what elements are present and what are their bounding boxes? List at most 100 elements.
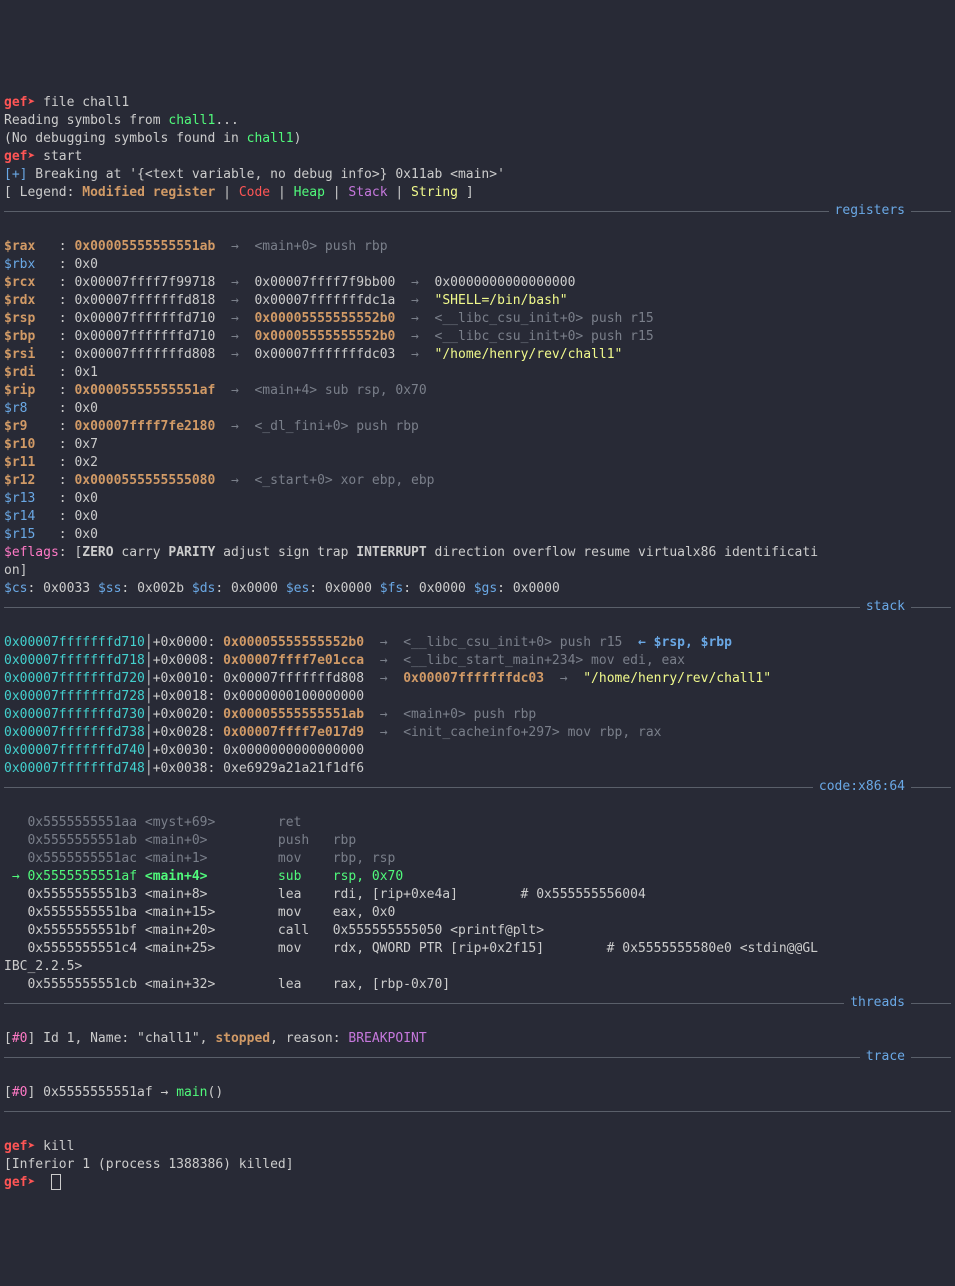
eflags-mid: direction overflow resume virtualx86 ide… [427,545,818,560]
code-line: 0x5555555551ac <main+1> mov rbp, rsp [4,851,395,866]
stack-off: +0x0008: [153,653,216,668]
stack-off: +0x0020: [153,707,216,722]
reg-rip: $rip [4,383,35,398]
seg-gs-val: : 0x0000 [497,581,560,596]
seg-cs-val: : 0x0033 [27,581,97,596]
sep: | [215,185,238,200]
reg-rdx-mid: 0x00007fffffffdc1a [254,293,395,308]
reg-r8-val: 0x0 [74,401,97,416]
seg-es: $es [286,581,309,596]
arrow-icon: → [380,653,388,668]
reg-r15-val: 0x0 [74,527,97,542]
code-cur-instr: sub rsp, 0x70 [278,869,403,884]
legend-close: ] [458,185,474,200]
section-registers: registers [4,202,951,220]
stack-val: 0x00007ffff7e01cca [223,653,364,668]
reg-rsi-val: 0x00007fffffffd808 [74,347,215,362]
seg-cs: $cs [4,581,27,596]
legend-stack: Stack [348,185,387,200]
thread-stopped: stopped [215,1031,270,1046]
reg-rcx-mid: 0x00007ffff7f9bb00 [254,275,395,290]
section-threads: threads [4,994,951,1012]
reg-r8: $r8 [4,401,27,416]
reg-rcx-val: 0x00007ffff7f99718 [74,275,215,290]
arrow-icon: → [560,671,568,686]
stack-addr: 0x00007fffffffd748 [4,761,145,776]
code-cur-pad [208,869,278,884]
reg-rsi: $rsi [4,347,35,362]
reg-rbp-mid: 0x00005555555552b0 [254,329,395,344]
arrow-icon: → [231,311,239,326]
stack-deref: "/home/henry/rev/chall1" [583,671,771,686]
code-cur-addr: 0x5555555551af [20,869,145,884]
cmd-file: file chall1 [35,95,129,110]
reg-r11-val: 0x2 [74,455,97,470]
reg-rsi-mid: 0x00007fffffffdc03 [254,347,395,362]
terminal-output[interactable]: gef➤ file chall1 Reading symbols from ch… [4,76,951,1192]
arrow-icon: → [411,311,419,326]
code-line: 0x5555555551b3 <main+8> lea rdi, [rip+0x… [4,887,646,902]
arrow-icon: → [380,707,388,722]
reg-rdx-val: 0x00007fffffffd818 [74,293,215,308]
code-line: 0x5555555551ab <main+0> push rbp [4,833,356,848]
section-stack: stack [4,598,951,616]
reg-rsp-mid: 0x00005555555552b0 [254,311,395,326]
stack-off: +0x0000: [153,635,216,650]
prompt: gef➤ [4,149,35,164]
reg-rcx-deref: 0x0000000000000000 [435,275,576,290]
cursor-icon[interactable] [51,1174,61,1190]
stack-addr: 0x00007fffffffd738 [4,725,145,740]
stack-off: +0x0038: [153,761,216,776]
reg-rdx-deref: "SHELL=/bin/bash" [435,293,568,308]
reg-rbx-val: 0x0 [74,257,97,272]
stack-val: 0x00005555555552b0 [223,635,364,650]
stack-off: +0x0010: [153,671,216,686]
stack-mid: 0x00007fffffffdc03 [403,671,544,686]
reg-r13: $r13 [4,491,35,506]
reg-r12-deref: <_start+0> xor ebp, ebp [254,473,434,488]
reg-rbp-deref: <__libc_csu_init+0> push r15 [435,329,654,344]
arrow-icon: → [231,347,239,362]
arrow-icon: → [231,383,239,398]
code-line: 0x5555555551aa <myst+69> ret [4,815,333,830]
reg-r11: $r11 [4,455,35,470]
trace-text: ] 0x5555555551af → [27,1085,176,1100]
thread-text: , reason: [270,1031,348,1046]
prompt[interactable]: gef➤ [4,1175,35,1190]
reg-rip-deref: <main+4> sub rsp, 0x70 [254,383,426,398]
reg-rbx: $rbx [4,257,35,272]
sep: | [325,185,348,200]
seg-fs-val: : 0x0000 [403,581,473,596]
legend-modreg: Modified register [82,185,215,200]
legend-open: [ Legend: [4,185,82,200]
code-line: 0x5555555551c4 <main+25> mov rdx, QWORD … [4,941,818,956]
trace-id: #0 [12,1085,28,1100]
reg-rbp-val: 0x00007fffffffd710 [74,329,215,344]
seg-ss-val: : 0x002b [121,581,191,596]
reg-rcx: $rcx [4,275,35,290]
eflags-mid: adjust sign trap [215,545,356,560]
legend-string: String [411,185,458,200]
stack-val: 0x00005555555551ab [223,707,364,722]
reg-rip-val: 0x00005555555551af [74,383,215,398]
stack-deref: <__libc_csu_init+0> push r15 [403,635,622,650]
seg-fs: $fs [380,581,403,596]
stack-deref: <__libc_start_main+234> mov edi, eax [403,653,685,668]
reg-r15: $r15 [4,527,35,542]
eflags-zero: ZERO [82,545,113,560]
reg-rsp-deref: <__libc_csu_init+0> push r15 [435,311,654,326]
seg-ds: $ds [192,581,215,596]
code-line: 0x5555555551bf <main+20> call 0x55555555… [4,923,544,938]
inferior-killed: [Inferior 1 (process 1388386) killed] [4,1157,294,1172]
thread-bracket: [ [4,1031,12,1046]
arrow-icon: → [411,329,419,344]
section-trace: trace [4,1048,951,1066]
stack-deref: <main+0> push rbp [403,707,536,722]
reg-r10: $r10 [4,437,35,452]
stack-deref: <init_cacheinfo+297> mov rbp, rax [403,725,661,740]
stack-val: 0xe6929a21a21f1df6 [223,761,364,776]
arrow-icon: → [411,347,419,362]
sep: | [388,185,411,200]
info-tag: [+] [4,167,27,182]
code-cur-arrow: → [4,869,20,884]
